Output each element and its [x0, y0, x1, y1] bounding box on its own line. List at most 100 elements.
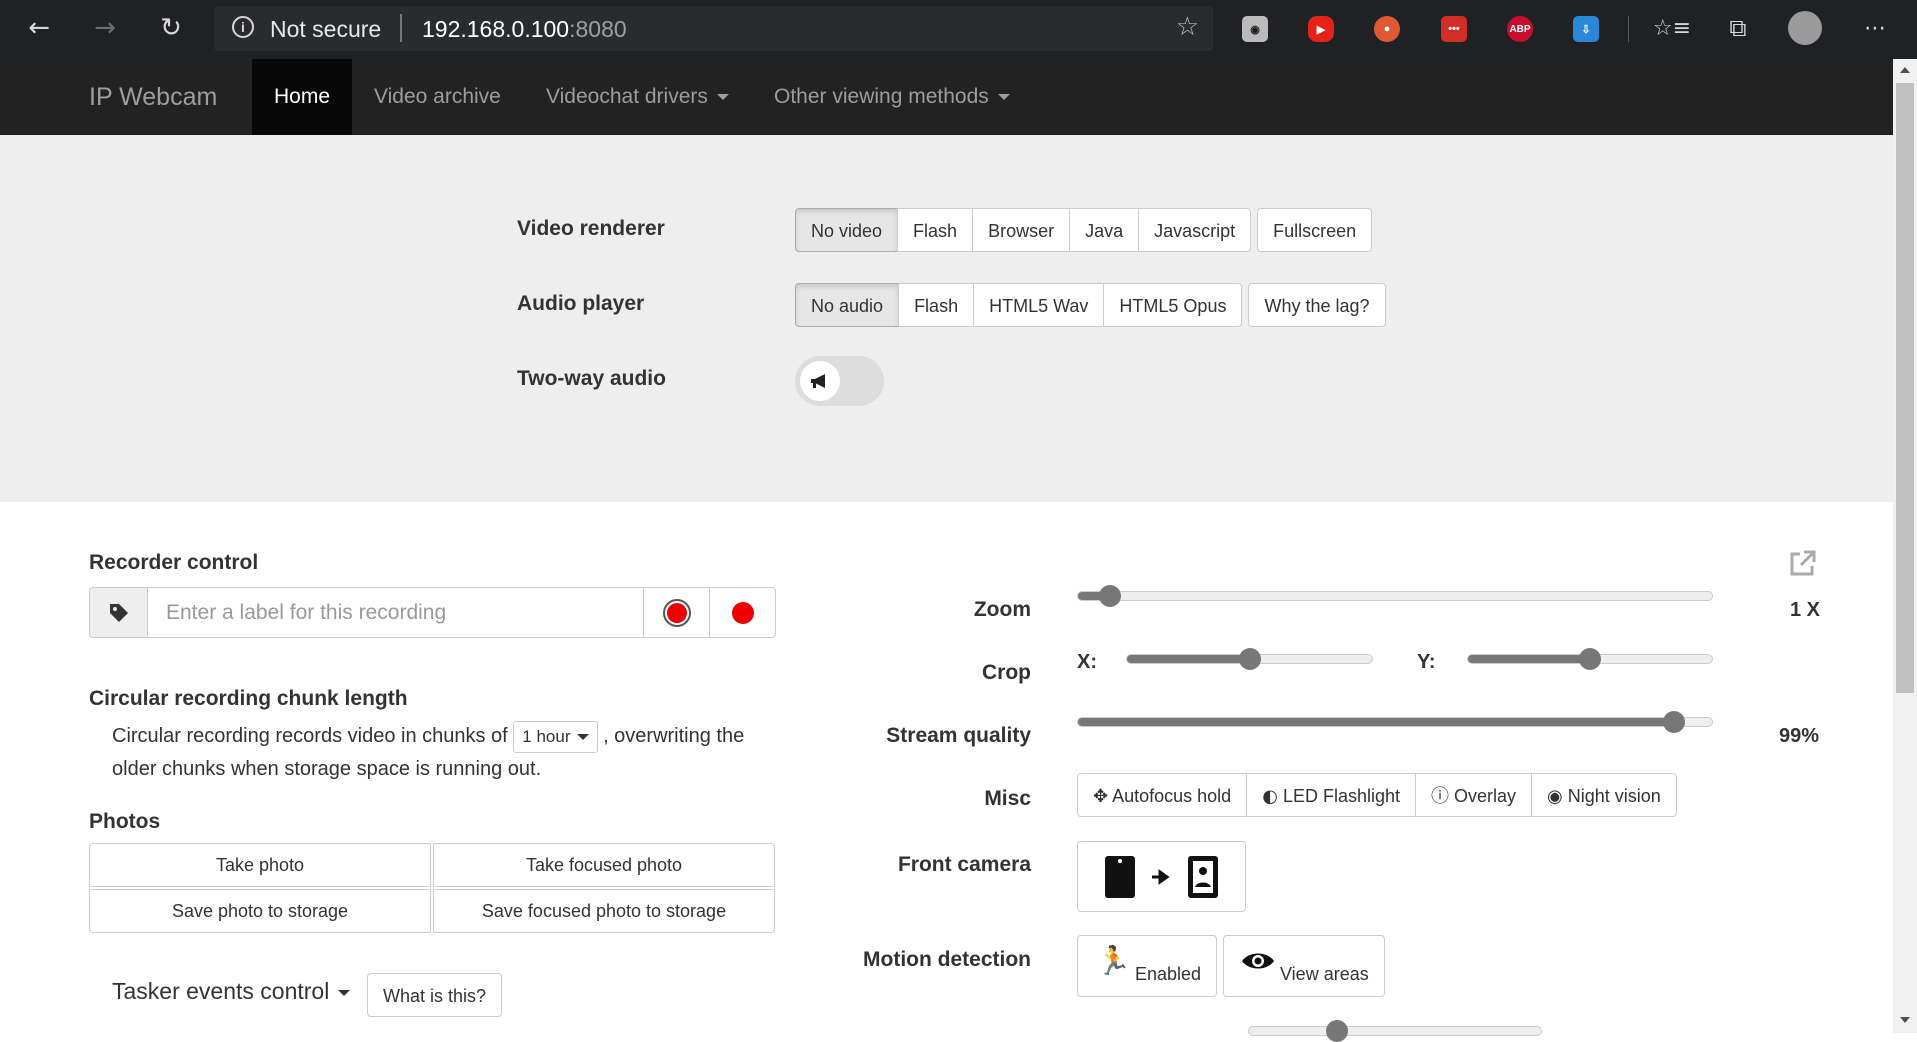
misc-label: Misc	[984, 787, 1031, 810]
led-flashlight-button[interactable]: ◐ LED Flashlight	[1246, 773, 1416, 817]
chevron-down-icon	[716, 94, 729, 101]
autofocus-hold-label: Autofocus hold	[1112, 786, 1232, 806]
video-option-no-video[interactable]: No video	[795, 208, 899, 252]
page-scrollbar[interactable]	[1893, 59, 1917, 1033]
recorder-control-group	[89, 587, 776, 638]
camera-extension-icon[interactable]: ◉	[1242, 16, 1268, 42]
switch-camera-button[interactable]	[1077, 841, 1246, 912]
recording-label-input[interactable]	[148, 587, 644, 638]
favorites-list-icon[interactable]: ☆≡	[1652, 8, 1692, 48]
zoom-label: Zoom	[973, 598, 1031, 621]
move-arrows-icon: ✥	[1093, 786, 1109, 807]
url-text[interactable]: 192.168.0.100:8080	[422, 16, 627, 43]
recorder-control-title: Recorder control	[89, 551, 259, 574]
info-icon[interactable]: i	[232, 16, 254, 38]
record-circular-icon	[662, 598, 691, 627]
nav-home[interactable]: Home	[252, 59, 353, 135]
video-option-flash[interactable]: Flash	[897, 208, 974, 252]
video-option-javascript[interactable]: Javascript	[1138, 208, 1252, 252]
not-secure-label[interactable]: Not secure	[270, 16, 381, 43]
take-photo-button[interactable]: Take photo	[89, 843, 431, 887]
nav-other-viewing-methods[interactable]: Other viewing methods	[774, 59, 1010, 135]
chevron-down-icon	[576, 734, 589, 741]
external-link-icon[interactable]	[1788, 550, 1816, 578]
video-renderer-group: No video Flash Browser Java Javascript F…	[795, 208, 1373, 252]
record-button[interactable]	[710, 587, 776, 638]
scroll-up-arrow-icon[interactable]	[1900, 67, 1910, 73]
why-the-lag-button[interactable]: Why the lag?	[1248, 283, 1386, 327]
more-menu-icon[interactable]: ⋯	[1855, 8, 1895, 48]
crop-y-slider-handle[interactable]	[1579, 648, 1601, 670]
stream-quality-value: 99%	[1779, 725, 1820, 747]
two-way-audio-toggle[interactable]	[795, 356, 884, 406]
nav-videochat-drivers-label: Videochat drivers	[546, 85, 708, 108]
stream-quality-slider-handle[interactable]	[1662, 711, 1685, 733]
address-separator	[400, 14, 402, 42]
motion-enabled-button[interactable]: 🏃 Enabled	[1077, 935, 1217, 997]
running-person-icon: 🏃	[1096, 944, 1131, 977]
adblock-plus-extension-icon[interactable]: ABP	[1507, 16, 1533, 42]
tag-icon	[89, 587, 148, 638]
audio-option-html5-opus[interactable]: HTML5 Opus	[1103, 283, 1243, 327]
video-option-browser[interactable]: Browser	[972, 208, 1071, 252]
motion-sensitivity-slider-handle[interactable]	[1325, 1020, 1348, 1042]
audio-option-html5-wav[interactable]: HTML5 Wav	[973, 283, 1105, 327]
audio-player-label: Audio player	[517, 292, 645, 315]
record-circular-button[interactable]	[644, 587, 710, 638]
chunk-length-select[interactable]: 1 hour	[513, 720, 598, 753]
duckduckgo-extension-icon[interactable]: ●	[1374, 16, 1400, 42]
forward-arrow-icon[interactable]: →	[85, 8, 125, 48]
top-navbar: IP Webcam Home Video archive Videochat d…	[0, 59, 1893, 135]
fullscreen-button[interactable]: Fullscreen	[1257, 208, 1373, 252]
crop-y-slider[interactable]	[1467, 648, 1713, 670]
night-vision-button[interactable]: ◉ Night vision	[1531, 773, 1677, 817]
view-areas-label: View areas	[1280, 964, 1369, 984]
eye-icon	[1242, 953, 1274, 969]
misc-button-group: ✥ Autofocus hold ◐ LED Flashlight ⓘ Over…	[1077, 773, 1677, 817]
toolbar-divider	[1628, 16, 1629, 42]
profile-avatar-icon[interactable]	[1785, 8, 1825, 48]
front-camera-label: Front camera	[897, 853, 1031, 876]
collections-icon[interactable]: ⧉	[1718, 8, 1758, 48]
crop-x-label: X:	[1077, 651, 1097, 673]
address-bar[interactable]: i Not secure 192.168.0.100:8080 ☆	[214, 6, 1213, 51]
nav-videochat-drivers[interactable]: Videochat drivers	[546, 59, 729, 135]
video-option-java[interactable]: Java	[1069, 208, 1140, 252]
save-focused-photo-button[interactable]: Save focused photo to storage	[433, 889, 775, 933]
brand-logo[interactable]: IP Webcam	[89, 83, 217, 112]
favorite-star-icon[interactable]: ☆	[1176, 12, 1199, 42]
motion-enabled-label: Enabled	[1135, 964, 1202, 984]
take-focused-photo-button[interactable]: Take focused photo	[433, 843, 775, 887]
nav-video-archive[interactable]: Video archive	[374, 59, 501, 135]
refresh-icon[interactable]: ↻	[151, 8, 191, 48]
audio-option-no-audio[interactable]: No audio	[795, 283, 900, 327]
overlay-button[interactable]: ⓘ Overlay	[1415, 773, 1533, 817]
motion-sensitivity-slider[interactable]	[1248, 1020, 1542, 1042]
crop-x-slider[interactable]	[1126, 648, 1373, 670]
what-is-this-button[interactable]: What is this?	[367, 973, 503, 1017]
audio-option-flash[interactable]: Flash	[898, 283, 975, 327]
chunk-length-description: Circular recording records video in chun…	[112, 720, 772, 786]
scrollbar-thumb[interactable]	[1896, 83, 1914, 693]
youtube-extension-icon[interactable]: ▶	[1308, 16, 1334, 42]
crop-y-slider-fill	[1468, 655, 1590, 663]
crop-x-slider-fill	[1127, 655, 1250, 663]
zoom-slider[interactable]	[1077, 585, 1713, 607]
lastpass-extension-icon[interactable]: •••	[1441, 16, 1467, 42]
crop-x-slider-handle[interactable]	[1238, 648, 1261, 670]
url-host: 192.168.0.100	[422, 16, 570, 42]
download-extension-icon[interactable]: ⇩	[1573, 16, 1599, 42]
back-arrow-icon[interactable]: ←	[19, 8, 59, 48]
stream-quality-slider[interactable]	[1077, 711, 1713, 733]
chunk-text-before: Circular recording records video in chun…	[112, 725, 508, 747]
autofocus-hold-button[interactable]: ✥ Autofocus hold	[1077, 773, 1248, 817]
view-areas-button[interactable]: View areas	[1223, 935, 1385, 997]
night-vision-label: Night vision	[1567, 786, 1661, 806]
crop-y-label: Y:	[1417, 651, 1436, 673]
save-photo-button[interactable]: Save photo to storage	[89, 889, 431, 933]
tasker-events-dropdown[interactable]: Tasker events control	[112, 978, 351, 1005]
nav-other-viewing-methods-label: Other viewing methods	[774, 85, 989, 108]
zoom-slider-handle[interactable]	[1098, 585, 1121, 607]
info-circle-icon: ⓘ	[1431, 786, 1449, 807]
scroll-down-arrow-icon[interactable]	[1900, 1017, 1910, 1023]
